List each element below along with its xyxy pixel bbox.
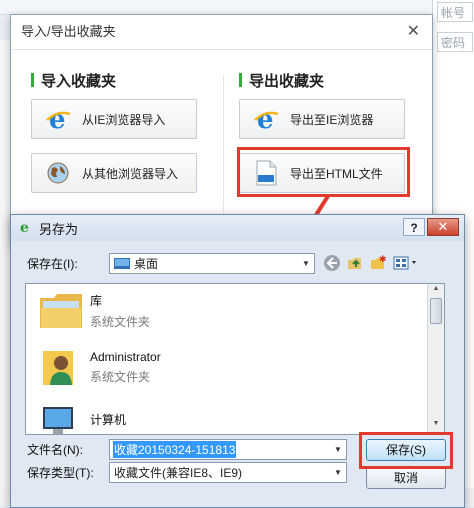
ie-icon: e xyxy=(19,220,33,237)
filename-label: 文件名(N): xyxy=(27,443,83,457)
list-item[interactable]: Administrator 系统文件夹 xyxy=(36,342,161,392)
scroll-up-icon[interactable]: ▲ xyxy=(428,285,444,297)
chevron-down-icon: ▼ xyxy=(334,468,342,477)
filetype-label: 保存类型(T): xyxy=(27,466,94,480)
user-folder-icon xyxy=(36,342,86,392)
new-folder-icon[interactable]: ✱ xyxy=(368,253,388,273)
save-in-label: 保存在(I): xyxy=(27,257,78,271)
scroll-down-icon[interactable]: ▼ xyxy=(428,420,444,432)
chevron-down-icon: ▼ xyxy=(334,445,342,454)
save-as-titlebar: e 另存为 xyxy=(11,215,464,241)
library-folder-icon xyxy=(36,286,86,336)
svg-text:e: e xyxy=(20,220,29,234)
list-item[interactable]: 库 系统文件夹 xyxy=(36,286,150,336)
close-button[interactable]: ✕ xyxy=(427,218,459,236)
view-menu-icon[interactable] xyxy=(392,253,420,273)
scrollbar[interactable]: ▲ ▼ xyxy=(427,284,444,434)
save-in-select[interactable]: 桌面 ▼ xyxy=(109,253,315,274)
up-folder-icon[interactable] xyxy=(345,253,365,273)
list-item[interactable]: 计算机 xyxy=(36,396,126,434)
highlight-box xyxy=(359,432,453,469)
file-list[interactable]: 库 系统文件夹 Administrator 系统文件夹 计算机 ▲ ▼ xyxy=(25,283,445,435)
chevron-down-icon: ▼ xyxy=(302,259,310,268)
back-icon[interactable] xyxy=(322,253,342,273)
help-button[interactable]: ? xyxy=(403,218,425,236)
save-as-title: 另存为 xyxy=(39,221,79,237)
desktop-icon xyxy=(114,257,130,270)
filename-input[interactable]: 收藏20150324-151813 ▼ xyxy=(109,439,347,460)
computer-icon xyxy=(36,396,86,434)
filetype-select[interactable]: 收藏文件(兼容IE8、IE9) ▼ xyxy=(109,462,347,483)
cancel-button[interactable]: 取消 xyxy=(366,467,446,489)
svg-text:✱: ✱ xyxy=(379,254,387,264)
scroll-thumb[interactable] xyxy=(430,298,442,324)
save-as-dialog: e 另存为 ? ✕ 保存在(I): 桌面 ▼ ✱ 库 系统文件夹 Adminis… xyxy=(10,214,465,508)
